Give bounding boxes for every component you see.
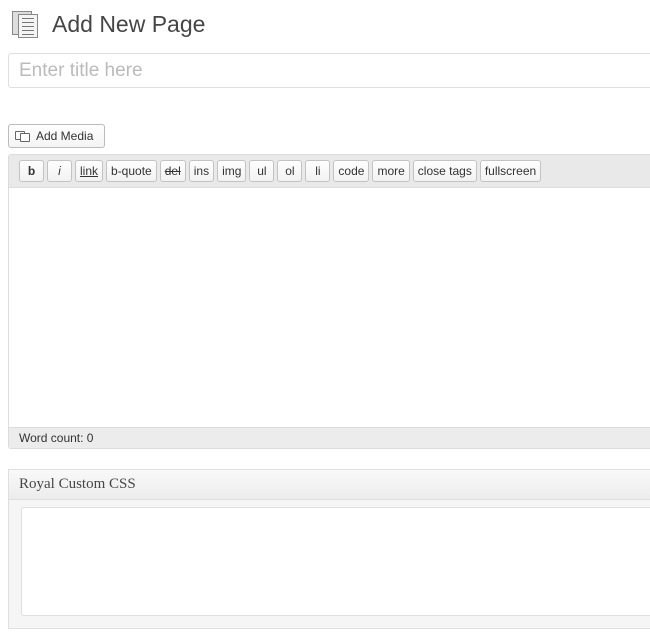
- ins-button[interactable]: ins: [188, 160, 215, 182]
- link-button[interactable]: link: [75, 160, 104, 182]
- blockquote-button[interactable]: b-quote: [106, 160, 157, 182]
- add-media-button[interactable]: Add Media: [8, 124, 105, 148]
- add-media-label: Add Media: [36, 129, 94, 143]
- italic-button[interactable]: i: [47, 160, 72, 182]
- ul-button[interactable]: ul: [249, 160, 275, 182]
- word-count: Word count: 0: [9, 427, 650, 448]
- li-button[interactable]: li: [305, 160, 331, 182]
- pages-icon: [10, 9, 40, 39]
- page-header: Add New Page: [10, 8, 205, 40]
- page-title: Add New Page: [52, 10, 206, 37]
- quicktags-toolbar: b i link b-quote del ins img ul ol li co…: [9, 155, 650, 188]
- custom-css-metabox: Royal Custom CSS: [8, 469, 650, 629]
- fullscreen-button[interactable]: fullscreen: [479, 160, 542, 182]
- content-editor: b i link b-quote del ins img ul ol li co…: [8, 154, 650, 449]
- del-button[interactable]: del: [159, 160, 186, 182]
- custom-css-textarea[interactable]: [21, 507, 650, 616]
- bold-button[interactable]: b: [19, 160, 44, 182]
- ol-button[interactable]: ol: [277, 160, 303, 182]
- more-button[interactable]: more: [372, 160, 410, 182]
- img-button[interactable]: img: [217, 160, 247, 182]
- media-icon: [15, 130, 31, 143]
- close-tags-button[interactable]: close tags: [412, 160, 477, 182]
- metabox-title[interactable]: Royal Custom CSS: [9, 470, 650, 500]
- code-button[interactable]: code: [333, 160, 370, 182]
- title-input[interactable]: [8, 53, 650, 88]
- content-textarea[interactable]: [9, 188, 650, 427]
